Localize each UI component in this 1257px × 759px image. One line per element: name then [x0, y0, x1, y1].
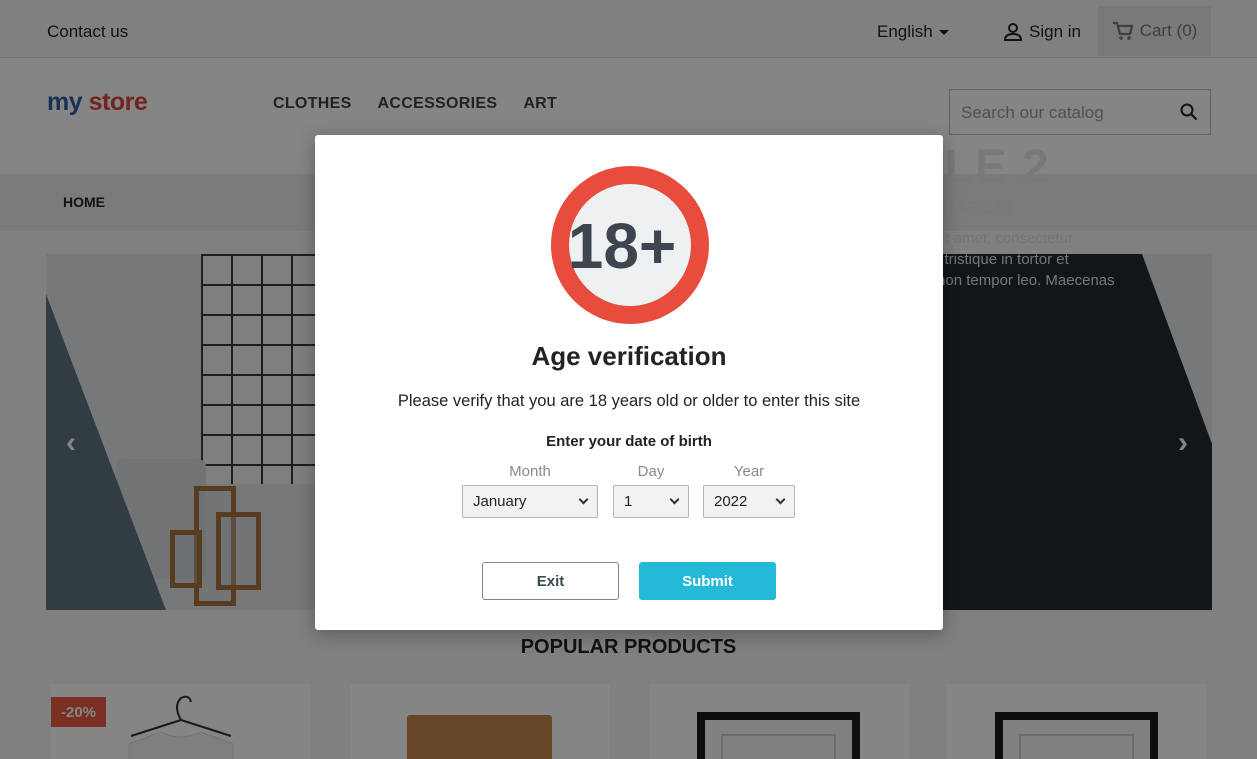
- year-select[interactable]: 2022: [703, 485, 795, 518]
- month-value: January: [473, 493, 527, 510]
- month-select[interactable]: January: [462, 485, 598, 518]
- chevron-down-icon: [578, 494, 589, 505]
- year-label: Year: [733, 463, 765, 480]
- submit-button[interactable]: Submit: [639, 562, 776, 600]
- chevron-down-icon: [669, 494, 680, 505]
- chevron-down-icon: [775, 494, 786, 505]
- day-label: Day: [637, 463, 665, 480]
- modal-title: Age verification: [531, 341, 727, 371]
- month-label: Month: [509, 463, 551, 480]
- dob-label: Enter your date of birth: [546, 433, 712, 450]
- modal-message: Please verify that you are 18 years old …: [397, 392, 861, 410]
- exit-button[interactable]: Exit: [482, 562, 619, 600]
- badge-18-text: 18+: [568, 210, 677, 282]
- age-18-plus-icon: 18+: [551, 166, 709, 324]
- day-value: 1: [624, 493, 633, 510]
- day-select[interactable]: 1: [613, 485, 689, 518]
- age-verification-modal: 18+ Age verification Please verify that …: [315, 135, 943, 630]
- year-value: 2022: [714, 493, 748, 510]
